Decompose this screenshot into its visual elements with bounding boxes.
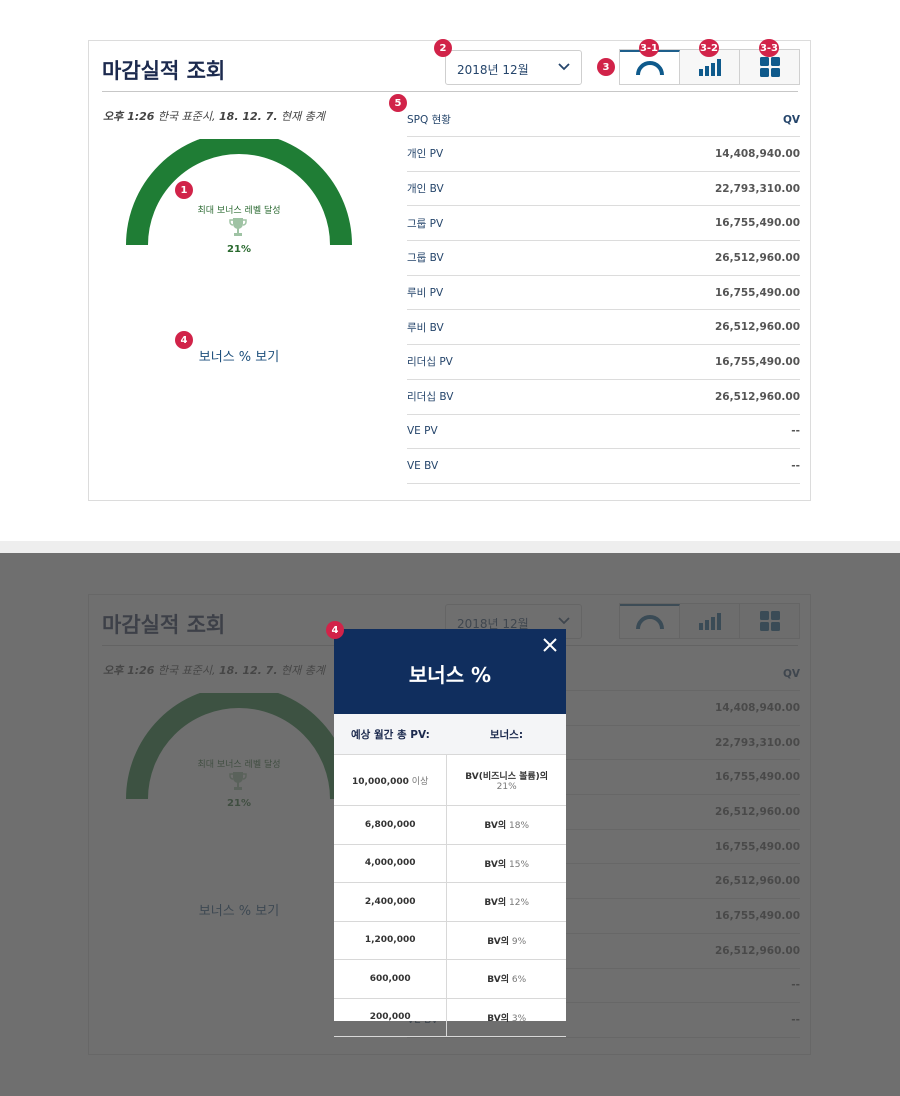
table-row: 루비 BV 26,512,960.00: [407, 310, 800, 346]
annotation-badge-3-2: 3-2: [699, 39, 719, 57]
row-value: 16,755,490.00: [714, 217, 800, 230]
annotation-badge-5: 5: [389, 94, 407, 112]
table-row: 1,200,000 BV의 9%: [334, 921, 566, 960]
table-row: 200,000 BV의 3%: [334, 998, 566, 1037]
col-header-bonus: 보너스:: [446, 714, 566, 755]
table-row: 리더십 BV 26,512,960.00: [407, 380, 800, 415]
pv-cell: 200,000: [334, 998, 448, 1037]
row-value: 26,512,960.00: [714, 251, 800, 264]
table-row: 4,000,000 BV의 15%: [334, 844, 566, 883]
bonus-cell: BV의 6%: [446, 959, 566, 999]
table-row: 2,400,000 BV의 12%: [334, 882, 566, 922]
results-panel: 마감실적 조회 2018년 12월 오후 1:26 한국 표준시, 18. 12…: [88, 40, 811, 501]
row-label: 리더십 BV: [407, 391, 454, 404]
pv-cell: 600,000: [334, 959, 448, 999]
row-label: VE BV: [407, 460, 439, 473]
bonus-cell: BV의 15%: [446, 844, 566, 883]
bonus-percent-modal: 보너스 % 예상 월간 총 PV: 보너스: 10,000,000 이상 BV(…: [334, 629, 566, 1037]
annotation-badge-3-1: 3-1: [639, 39, 659, 57]
table-row: VE BV --: [407, 449, 800, 484]
period-select-value: 2018년 12월: [457, 63, 529, 77]
chevron-down-icon: [558, 63, 570, 71]
spq-header-row: SPQ 현황 QV: [407, 103, 800, 137]
pv-cell: 6,800,000: [334, 805, 448, 845]
annotation-badge-1: 1: [175, 181, 193, 199]
row-value: 14,408,940.00: [714, 147, 800, 160]
table-row: 6,800,000 BV의 18%: [334, 805, 566, 845]
bonus-table: 예상 월간 총 PV: 보너스: 10,000,000 이상 BV(비즈니스 볼…: [334, 714, 566, 1037]
bonus-cell: BV의 18%: [446, 805, 566, 845]
table-row: 개인 PV 14,408,940.00: [407, 137, 800, 172]
row-label: 그룹 PV: [407, 217, 444, 230]
table-row: 개인 BV 22,793,310.00: [407, 172, 800, 207]
period-select[interactable]: 2018년 12월: [445, 50, 582, 85]
row-value: --: [791, 460, 800, 473]
table-row: VE PV --: [407, 415, 800, 450]
table-row: 그룹 PV 16,755,490.00: [407, 206, 800, 242]
row-label: VE PV: [407, 425, 438, 438]
bonus-cell: BV의 3%: [446, 998, 566, 1037]
timestamp: 오후 1:26 한국 표준시, 18. 12. 7. 현재 총계: [103, 110, 325, 123]
bonus-cell: BV의 12%: [446, 882, 566, 922]
annotation-badge-3: 3: [597, 58, 615, 76]
bonus-cell: BV의 9%: [446, 921, 566, 960]
pv-cell: 2,400,000: [334, 882, 448, 922]
table-row: 루비 PV 16,755,490.00: [407, 276, 800, 311]
row-value: 16,755,490.00: [714, 286, 800, 299]
pv-cell: 4,000,000: [334, 844, 448, 883]
modal-header: 보너스 %: [334, 629, 566, 714]
row-value: 26,512,960.00: [714, 321, 800, 334]
annotation-badge-4: 4: [175, 331, 193, 349]
table-row: 그룹 BV 26,512,960.00: [407, 241, 800, 276]
row-label: 리더십 PV: [407, 356, 453, 369]
annotation-badge-2: 2: [434, 39, 452, 57]
spq-table: SPQ 현황 QV 개인 PV 14,408,940.00 개인 BV 22,793…: [407, 103, 800, 484]
row-value: 26,512,960.00: [714, 390, 800, 403]
row-label: 개인 BV: [407, 183, 444, 196]
table-row: 600,000 BV의 6%: [334, 959, 566, 999]
grid-view-icon: [759, 57, 780, 77]
bonus-percent-link[interactable]: 보너스 % 보기: [139, 346, 339, 365]
row-label: 그룹 BV: [407, 252, 444, 265]
modal-title: 보너스 %: [408, 663, 492, 687]
trophy-icon: [229, 218, 247, 236]
bonus-table-header: 예상 월간 총 PV: 보너스:: [334, 714, 566, 755]
section-divider: [0, 541, 900, 553]
bar-chart-icon: [698, 59, 721, 76]
row-label: 개인 PV: [407, 148, 444, 161]
row-label: 루비 PV: [407, 287, 444, 300]
row-label: 루비 BV: [407, 321, 444, 334]
table-row: 10,000,000 이상 BV(비즈니스 볼륨)의 21%: [334, 754, 566, 806]
bonus-cell: BV(비즈니스 볼륨)의 21%: [446, 754, 566, 806]
page-title: 마감실적 조회: [102, 59, 226, 83]
pv-cell: 10,000,000 이상: [334, 754, 448, 806]
close-icon[interactable]: [542, 637, 558, 653]
table-row: 리더십 PV 16,755,490.00: [407, 345, 800, 380]
row-value: --: [791, 425, 800, 438]
annotation-badge-4: 4: [326, 621, 344, 639]
col-header-pv: 예상 월간 총 PV:: [334, 714, 447, 755]
spq-header-label: SPQ 현황: [407, 114, 451, 126]
spq-header-value: QV: [782, 113, 800, 126]
title-divider: [102, 91, 798, 92]
row-value: 22,793,310.00: [714, 182, 800, 195]
row-value: 16,755,490.00: [714, 355, 800, 368]
gauge-percent: 21%: [227, 244, 251, 255]
pv-cell: 1,200,000: [334, 921, 448, 960]
gauge-label: 최대 보너스 레벨 달성: [197, 206, 281, 216]
gauge-view-icon: [635, 61, 664, 76]
annotation-badge-3-3: 3-3: [759, 39, 779, 57]
